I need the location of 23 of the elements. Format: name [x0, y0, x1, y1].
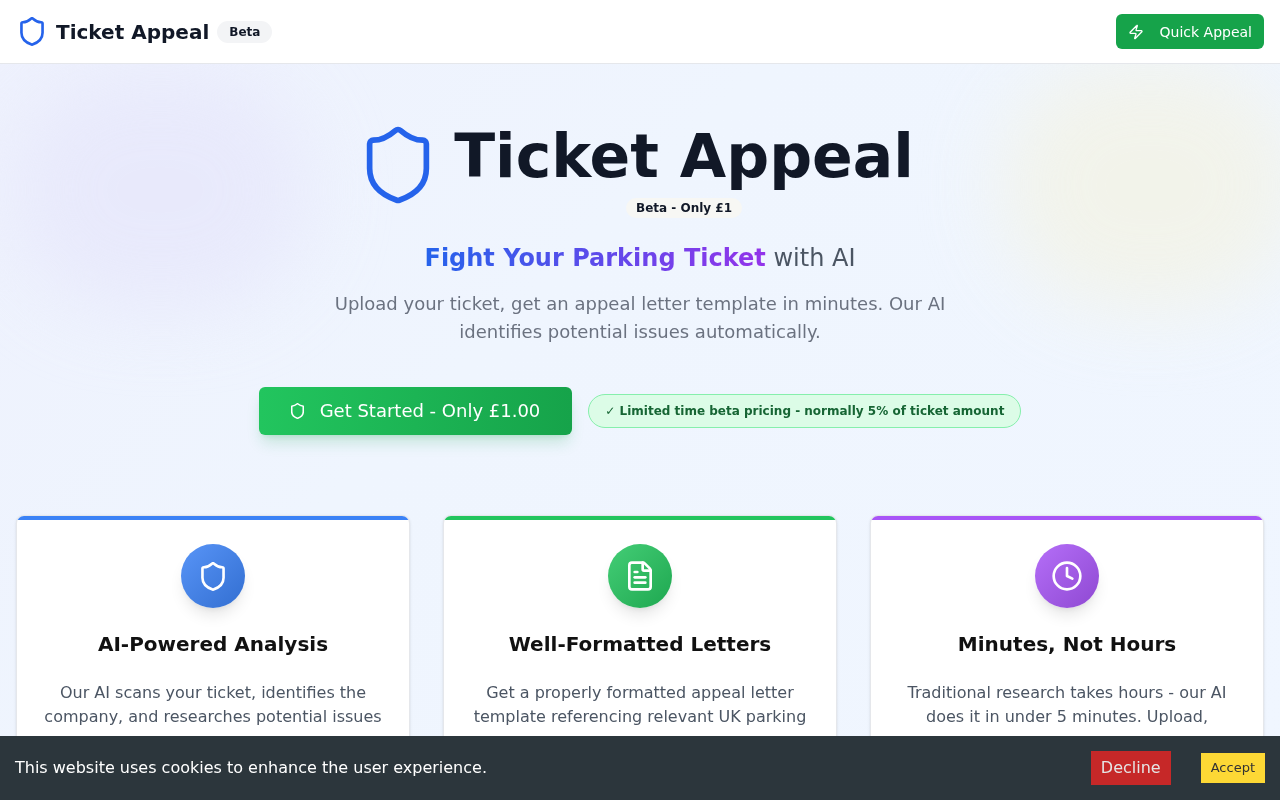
- quick-appeal-button[interactable]: Quick Appeal: [1115, 14, 1264, 49]
- get-started-button[interactable]: Get Started - Only £1.00: [258, 387, 573, 435]
- feature-title: AI-Powered Analysis: [97, 631, 329, 658]
- beta-price-badge: Beta - Only £1: [626, 198, 742, 218]
- shield-icon: [181, 544, 245, 608]
- cookie-message: This website uses cookies to enhance the user experience.: [15, 757, 487, 779]
- decline-button[interactable]: Decline: [1090, 751, 1171, 785]
- brand-name: Ticket Appeal: [56, 18, 210, 46]
- document-icon: [608, 544, 672, 608]
- shield-icon: [290, 403, 304, 419]
- feature-title: Minutes, Not Hours: [957, 631, 1177, 658]
- shield-logo-icon: [366, 126, 431, 204]
- clock-icon: [1035, 544, 1099, 608]
- feature-description: Our AI scans your ticket, identifies the company, and researches potential issues: [43, 682, 383, 728]
- lightning-icon: [1127, 23, 1144, 40]
- feature-description: Get a properly formatted appeal letter template referencing relevant UK parking: [472, 682, 808, 728]
- beta-badge: Beta: [217, 20, 273, 43]
- hero-description: Upload your ticket, get an appeal letter template in minutes. Our AI identifies potential issues automatically.: [333, 292, 947, 344]
- feature-description: Traditional research takes hours - our AI does it in under 5 minutes. Upload,: [906, 682, 1228, 728]
- accept-button[interactable]: Accept: [1200, 753, 1265, 783]
- shield-logo-icon: [20, 17, 44, 46]
- pricing-note: ✓ Limited time beta pricing - normally 5% of ticket amount: [588, 394, 1022, 428]
- feature-title: Well-Formatted Letters: [508, 631, 772, 658]
